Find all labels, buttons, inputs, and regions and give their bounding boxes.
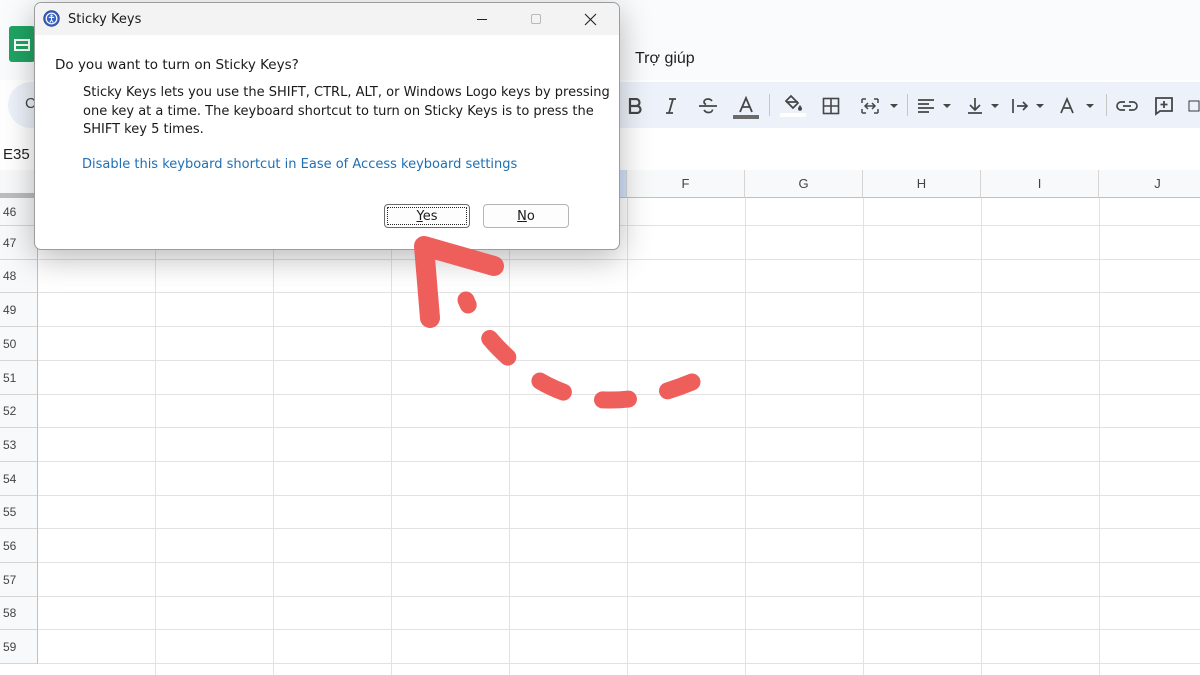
grid-row-line (38, 528, 1200, 529)
toolbar-divider (907, 94, 908, 116)
column-header-h[interactable]: H (863, 170, 981, 198)
grid-row-line (38, 360, 1200, 361)
maximize-icon (531, 14, 541, 24)
strikethrough-icon[interactable] (697, 95, 719, 117)
grid-column-line (273, 198, 274, 675)
horizontal-align-icon[interactable] (916, 95, 956, 117)
merge-cells-icon[interactable] (859, 95, 901, 117)
grid-row-line (38, 663, 1200, 664)
fill-color-icon[interactable] (780, 91, 806, 119)
menu-item-help[interactable]: Trợ giúp (635, 50, 695, 68)
yes-label-rest: es (422, 208, 438, 224)
row-header-49[interactable]: 49 (0, 293, 38, 327)
grid-row-line (38, 394, 1200, 395)
grid-row-line (38, 596, 1200, 597)
borders-icon[interactable] (821, 95, 841, 117)
dialog-title: Sticky Keys (68, 12, 142, 27)
grid-row-line (38, 629, 1200, 630)
row-header-50[interactable]: 50 (0, 327, 38, 361)
name-box[interactable]: E35 (3, 146, 30, 163)
column-header-j[interactable]: J (1099, 170, 1200, 198)
toolbar-divider (769, 94, 770, 116)
sheets-logo-icon[interactable] (9, 26, 35, 62)
column-header-f[interactable]: F (627, 170, 745, 198)
dialog-description: Sticky Keys lets you use the SHIFT, CTRL… (83, 85, 610, 137)
grid-row-line (38, 427, 1200, 428)
close-button[interactable] (567, 3, 613, 35)
ease-of-access-settings-link[interactable]: Disable this keyboard shortcut in Ease o… (82, 157, 517, 172)
grid-column-line (981, 198, 982, 675)
grid-column-line (627, 198, 628, 675)
insert-link-icon[interactable] (1116, 95, 1138, 117)
column-header-g[interactable]: G (745, 170, 863, 198)
row-header-57[interactable]: 57 (0, 563, 38, 597)
text-rotation-icon[interactable] (1058, 95, 1098, 117)
minimize-button[interactable] (459, 3, 505, 35)
dialog-question: Do you want to turn on Sticky Keys? (55, 57, 299, 73)
grid-row-line (38, 461, 1200, 462)
grid-row-line (38, 326, 1200, 327)
row-header-51[interactable]: 51 (0, 361, 38, 395)
row-header-53[interactable]: 53 (0, 428, 38, 462)
grid-row-line (38, 292, 1200, 293)
grid-column-line (509, 198, 510, 675)
insert-comment-icon[interactable] (1153, 95, 1175, 117)
no-button[interactable]: No (483, 204, 569, 228)
grid-column-line (155, 198, 156, 675)
grid-column-line (745, 198, 746, 675)
grid-column-line (1099, 198, 1100, 675)
grid-row-line (38, 259, 1200, 260)
italic-icon[interactable] (662, 95, 680, 117)
row-header-55[interactable]: 55 (0, 496, 38, 529)
bold-icon[interactable] (626, 95, 644, 117)
toolbar-divider (1106, 94, 1107, 116)
minimize-icon (477, 19, 487, 20)
dialog-title-bar[interactable]: Sticky Keys (35, 3, 619, 35)
sticky-keys-dialog: Sticky Keys Do you want to turn on Stick… (34, 2, 620, 250)
text-wrapping-icon[interactable] (1010, 95, 1048, 117)
column-header-i[interactable]: I (981, 170, 1099, 198)
grid-column-line (391, 198, 392, 675)
vertical-align-icon[interactable] (965, 95, 1003, 117)
grid-row-line (38, 495, 1200, 496)
row-header-58[interactable]: 58 (0, 597, 38, 630)
text-color-icon[interactable] (733, 93, 759, 121)
row-header-59[interactable]: 59 (0, 630, 38, 664)
row-header-56[interactable]: 56 (0, 529, 38, 563)
row-header-48[interactable]: 48 (0, 260, 38, 293)
ease-of-access-icon (43, 10, 60, 27)
no-mnemonic: N (517, 208, 527, 224)
row-header-54[interactable]: 54 (0, 462, 38, 496)
insert-chart-icon[interactable] (1188, 95, 1200, 117)
close-icon (584, 13, 596, 25)
maximize-button (513, 3, 559, 35)
row-header-46[interactable]: 46 (0, 198, 38, 226)
yes-button[interactable]: Yes (384, 204, 470, 228)
row-header-52[interactable]: 52 (0, 395, 38, 428)
row-header-47[interactable]: 47 (0, 226, 38, 260)
no-label-rest: o (526, 208, 535, 224)
grid-column-line (863, 198, 864, 675)
grid-row-line (38, 562, 1200, 563)
